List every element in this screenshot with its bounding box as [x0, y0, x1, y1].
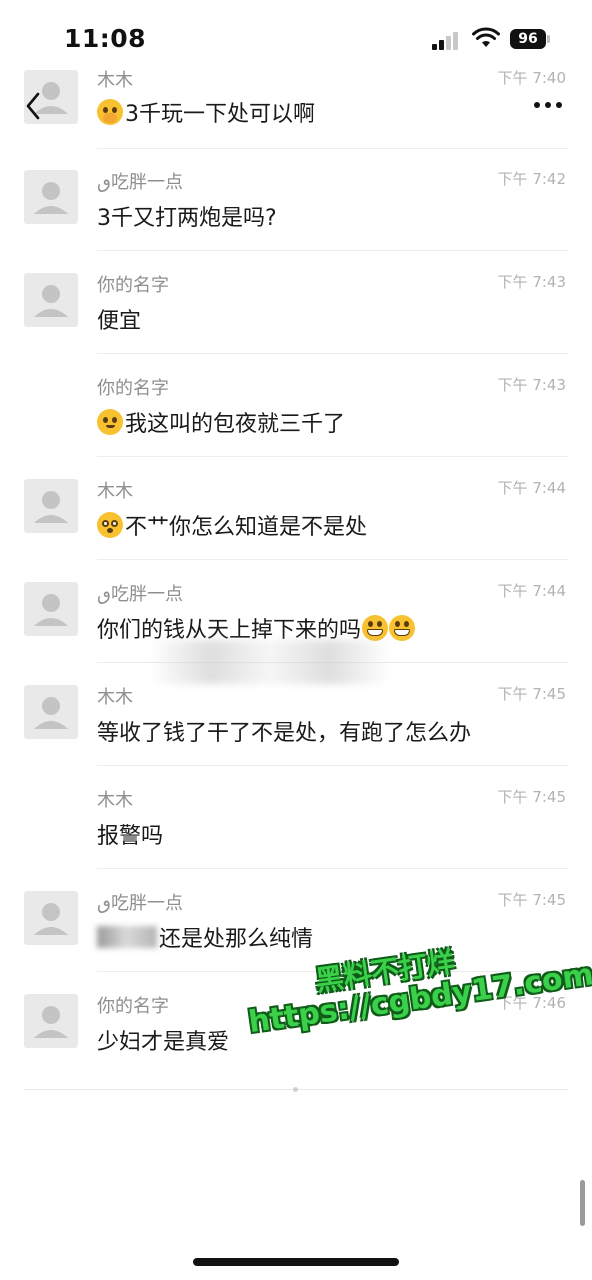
message-body: 3千又打两炮是吗?: [97, 206, 277, 231]
message-text: 还是处那么纯情: [97, 921, 313, 953]
sender-name: 木木: [97, 70, 133, 91]
message-time: 下午 7:46: [497, 994, 566, 1012]
message-body: 少妇才是真爱: [97, 1030, 230, 1055]
more-options-icon[interactable]: [528, 96, 568, 116]
message-time: 下午 7:42: [497, 170, 566, 188]
list-item[interactable]: 木木 下午 7:40 3千玩一下处可以啊: [0, 48, 592, 151]
message-body: 我这叫的包夜就三千了: [125, 412, 346, 437]
message-text: 便宜: [97, 303, 141, 335]
list-item[interactable]: ٯ吃胖一点 下午 7:42 3千又打两炮是吗?: [0, 148, 592, 251]
message-body: 3千玩一下处可以啊: [125, 102, 315, 127]
message-time: 下午 7:43: [497, 376, 566, 394]
message-time: 下午 7:45: [497, 685, 566, 703]
avatar[interactable]: [24, 891, 78, 945]
sender-name: ٯ吃胖一点: [97, 584, 183, 605]
list-item[interactable]: 你的名字 下午 7:46 少妇才是真爱: [0, 972, 592, 1075]
message-text: 3千玩一下处可以啊: [97, 96, 315, 128]
back-chevron-icon[interactable]: [16, 86, 52, 126]
message-time: 下午 7:44: [497, 582, 566, 600]
avatar[interactable]: [24, 273, 78, 327]
message-time: 下午 7:45: [497, 788, 566, 806]
avatar[interactable]: [24, 479, 78, 533]
battery-icon: 96: [510, 29, 546, 49]
message-text: 我这叫的包夜就三千了: [97, 406, 345, 438]
grin-emoji-icon: [389, 615, 416, 641]
message-time: 下午 7:40: [497, 69, 566, 87]
message-text: 3千又打两炮是吗?: [97, 200, 277, 232]
list-item[interactable]: ٯ吃胖一点 下午 7:45 还是处那么纯情: [0, 869, 592, 972]
message-text: 少妇才是真爱: [97, 1024, 229, 1056]
list-item[interactable]: 木木 下午 7:44 不艹你怎么知道是不是处: [0, 457, 592, 560]
smirk-emoji-icon: [97, 409, 123, 435]
home-indicator[interactable]: [193, 1258, 399, 1266]
sender-name: ٯ吃胖一点: [97, 172, 183, 193]
sender-name: 木木: [97, 481, 133, 502]
message-body: 报警吗: [97, 824, 164, 849]
message-body: 不艹你怎么知道是不是处: [125, 515, 368, 540]
page-indicator-dot: [293, 1087, 298, 1092]
sender-name: 你的名字: [97, 996, 169, 1017]
message-body: 等收了钱了干了不是处，有跑了怎么办: [97, 721, 472, 746]
scrollbar[interactable]: [580, 1180, 585, 1226]
message-body: 便宜: [97, 309, 142, 334]
avatar[interactable]: [24, 170, 78, 224]
sender-name: 你的名字: [97, 275, 169, 296]
battery-tip: [547, 35, 550, 43]
sender-name: 木木: [97, 687, 133, 708]
message-body: 还是处那么纯情: [159, 927, 314, 952]
cellular-signal-icon: [432, 30, 464, 50]
avatar[interactable]: [24, 685, 78, 739]
grin-emoji-icon: [362, 615, 389, 641]
wifi-icon: [472, 27, 500, 47]
avatar[interactable]: [24, 994, 78, 1048]
sender-name: 你的名字: [97, 378, 169, 399]
message-text: 等收了钱了干了不是处，有跑了怎么办: [97, 715, 471, 747]
shush-emoji-icon: [97, 99, 123, 125]
blurred-overlay: [150, 640, 390, 684]
astonished-emoji-icon: [97, 512, 123, 538]
avatar[interactable]: [24, 582, 78, 636]
message-time: 下午 7:43: [497, 273, 566, 291]
redacted-text: [97, 926, 157, 948]
message-text: 不艹你怎么知道是不是处: [97, 509, 367, 541]
list-item[interactable]: 你的名字 下午 7:43 便宜: [0, 251, 592, 354]
message-time: 下午 7:45: [497, 891, 566, 909]
sender-name: 木木: [97, 790, 133, 811]
message-time: 下午 7:44: [497, 479, 566, 497]
sender-name: ٯ吃胖一点: [97, 893, 183, 914]
message-text: 报警吗: [97, 818, 163, 850]
list-item[interactable]: 木木 下午 7:45 报警吗: [0, 766, 592, 869]
list-item[interactable]: 你的名字 下午 7:43 我这叫的包夜就三千了: [0, 354, 592, 457]
